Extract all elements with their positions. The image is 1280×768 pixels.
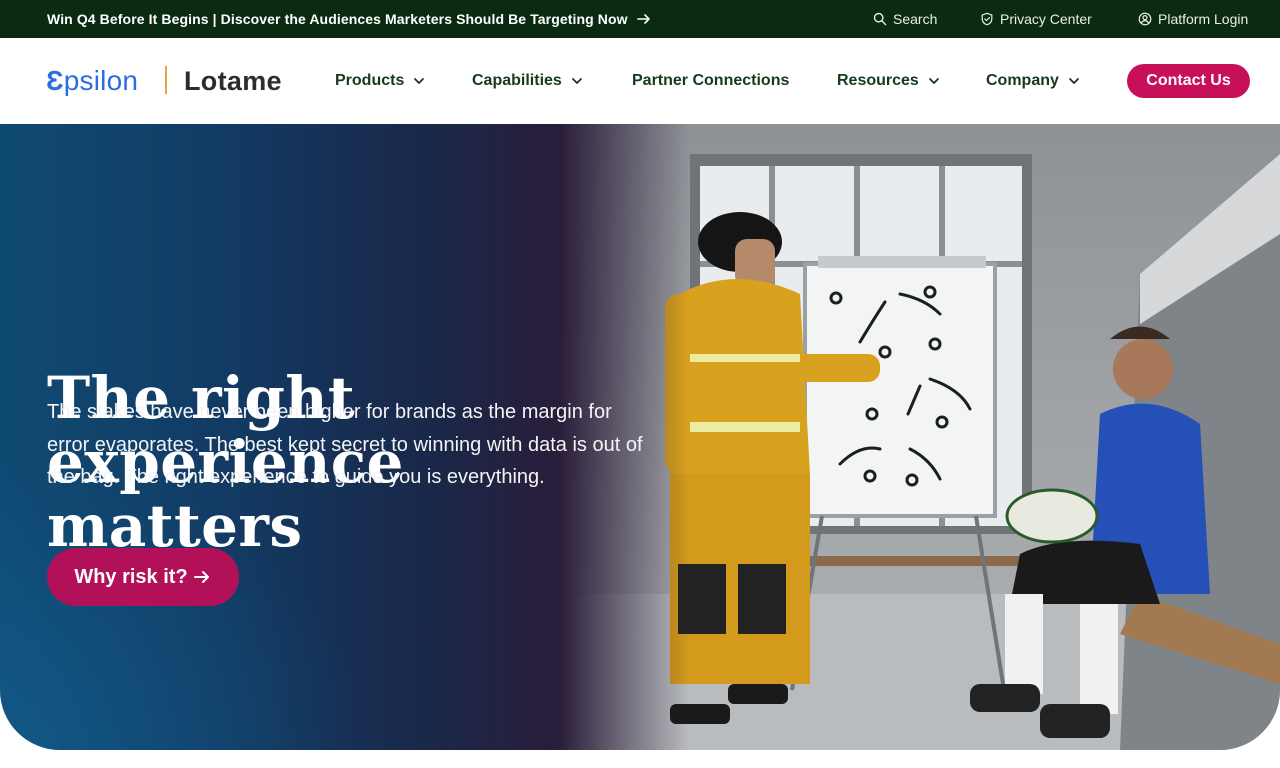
nav-partner-connections[interactable]: Partner Connections (632, 62, 789, 100)
contact-us-button[interactable]: Contact Us (1127, 64, 1250, 98)
epsilon-logo-text: psilon (63, 65, 139, 96)
nav-capabilities[interactable]: Capabilities (472, 62, 583, 100)
nav-resources-label: Resources (837, 72, 919, 89)
epsilon-logo-initial: Ɛ (46, 65, 64, 96)
shield-icon (981, 12, 993, 26)
chevron-down-icon (1069, 78, 1079, 84)
privacy-center-link[interactable]: Privacy Center (980, 0, 1092, 38)
search-icon (873, 12, 887, 26)
logo-divider (165, 66, 167, 94)
announcement-bar: Win Q4 Before It Begins | Discover the A… (0, 0, 1280, 38)
platform-login-label: Platform Login (1158, 11, 1249, 27)
chevron-down-icon (414, 78, 425, 84)
privacy-center-label: Privacy Center (1000, 11, 1092, 27)
nav-products-label: Products (335, 72, 405, 89)
nav-resources[interactable]: Resources (837, 62, 940, 100)
search-label: Search (893, 11, 938, 27)
hero-description: The stakes have never been higher for br… (47, 401, 643, 488)
promo-text: Win Q4 Before It Begins | Discover the A… (47, 11, 628, 27)
why-risk-it-label: Why risk it? (74, 565, 188, 588)
nav-company[interactable]: Company (986, 62, 1080, 100)
hero-locker-room-image (560, 124, 1280, 750)
epsilon-logo[interactable]: Ɛpsilon (46, 62, 138, 100)
chevron-down-icon (928, 78, 939, 84)
nav-company-label: Company (986, 72, 1059, 89)
nav-partner-label: Partner Connections (632, 72, 790, 89)
arrow-right-icon (636, 14, 650, 24)
promo-link[interactable]: Win Q4 Before It Begins | Discover the A… (47, 0, 652, 38)
user-circle-icon (1138, 12, 1152, 26)
why-risk-it-button[interactable]: Why risk it? (47, 548, 239, 606)
arrow-right-icon (193, 571, 209, 583)
search-link[interactable]: Search (873, 0, 937, 38)
chevron-down-icon (571, 78, 582, 84)
nav-products[interactable]: Products (335, 62, 425, 100)
platform-login-link[interactable]: Platform Login (1138, 0, 1248, 38)
nav-capabilities-label: Capabilities (472, 72, 562, 89)
lotame-logo[interactable]: Lotame (184, 62, 282, 100)
